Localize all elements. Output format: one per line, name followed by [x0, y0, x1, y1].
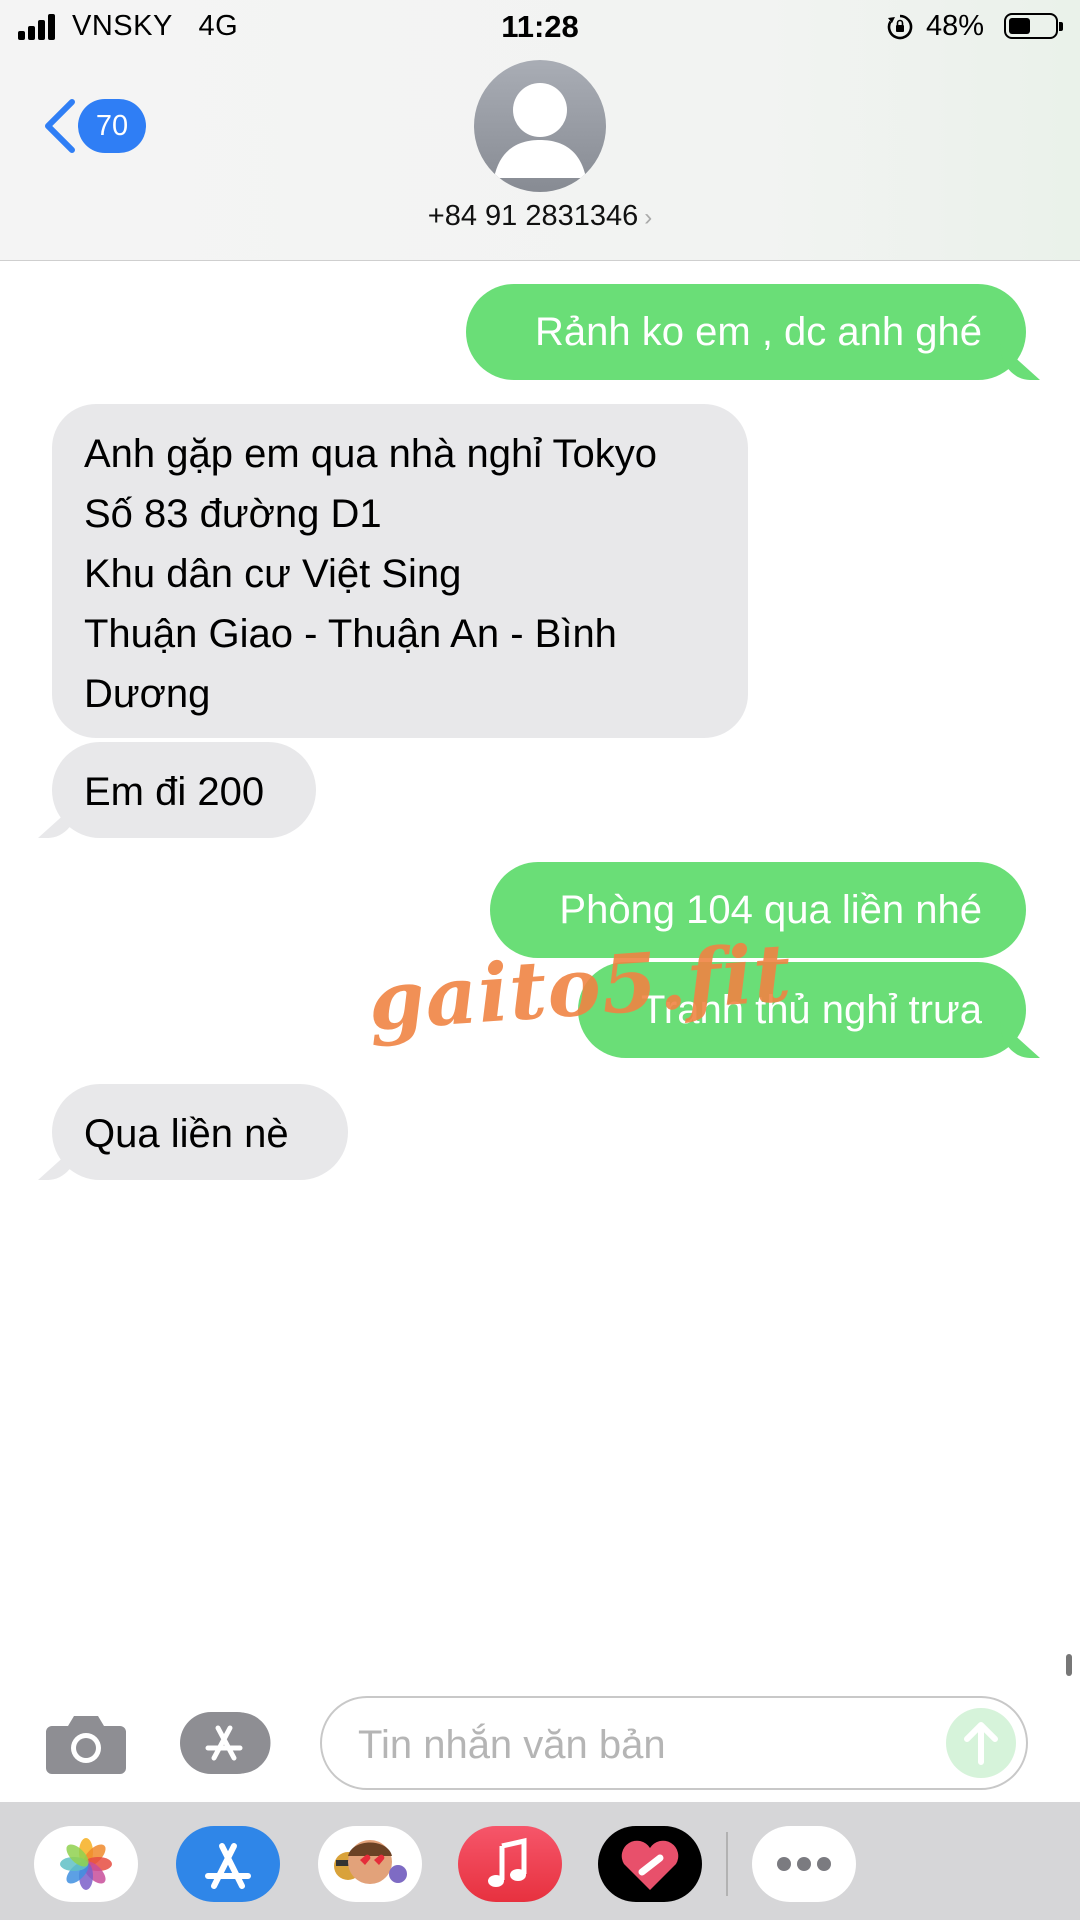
battery-percentage: 48%	[926, 10, 985, 42]
contact-name-button[interactable]: +84 91 2831346 ›	[0, 200, 1080, 233]
photos-icon[interactable]	[34, 1826, 138, 1902]
status-time: 11:28	[501, 9, 579, 44]
message-text: Tranh thủ nghỉ trưa	[640, 988, 982, 1032]
app-drawer	[0, 1802, 1080, 1920]
message-composer[interactable]	[320, 1696, 1028, 1790]
chevron-left-icon[interactable]	[40, 96, 82, 156]
appstore-icon[interactable]	[180, 1712, 276, 1774]
message-line: Số 83 đường D1	[84, 492, 382, 536]
message-outgoing[interactable]: Rảnh ko em , dc anh ghé	[466, 284, 1026, 380]
conversation-header: VNSKY 4G 11:28 48% 70 +84 91 2831346 ›	[0, 0, 1080, 261]
message-input[interactable]	[356, 1716, 920, 1774]
message-line: Anh gặp em qua nhà nghỉ Tokyo	[84, 432, 658, 476]
message-text: Qua liền nè	[84, 1112, 289, 1156]
memoji-icon[interactable]	[318, 1826, 422, 1902]
contact-number: +84 91 2831346	[427, 200, 639, 232]
message-text: Phòng 104 qua liền nhé	[559, 888, 982, 932]
appstore-icon[interactable]	[176, 1826, 280, 1902]
send-button[interactable]	[946, 1708, 1016, 1778]
unread-count-badge[interactable]: 70	[78, 99, 146, 153]
battery-icon	[1004, 13, 1063, 39]
scrollbar[interactable]	[1066, 1654, 1072, 1676]
message-incoming[interactable]: Qua liền nè	[52, 1084, 348, 1180]
person-icon	[494, 83, 586, 178]
battery-level	[1009, 18, 1030, 34]
message-line: Khu dân cư Việt Sing	[84, 552, 462, 596]
drawer-divider	[726, 1832, 728, 1896]
chevron-right-icon: ›	[644, 204, 653, 231]
arrow-up-icon	[964, 1722, 998, 1765]
message-incoming[interactable]: Em đi 200	[52, 742, 316, 838]
message-text: Em đi 200	[84, 770, 265, 814]
message-text: Rảnh ko em , dc anh ghé	[535, 310, 982, 354]
message-outgoing[interactable]: Tranh thủ nghỉ trưa	[578, 962, 1026, 1058]
message-line: Thuận Giao - Thuận An - Bình	[84, 612, 617, 656]
camera-icon[interactable]	[46, 1712, 126, 1774]
message-line: Dương	[84, 672, 211, 716]
message-outgoing[interactable]: Phòng 104 qua liền nhé	[490, 862, 1026, 958]
more-icon[interactable]	[752, 1826, 856, 1902]
status-bar: VNSKY 4G 11:28 48%	[0, 0, 1080, 56]
contact-avatar[interactable]	[474, 60, 606, 192]
message-incoming[interactable]: Anh gặp em qua nhà nghỉ Tokyo Số 83 đườn…	[52, 404, 748, 738]
digital-touch-icon[interactable]	[598, 1826, 702, 1902]
orientation-lock-icon	[887, 14, 913, 40]
music-icon[interactable]	[458, 1826, 562, 1902]
